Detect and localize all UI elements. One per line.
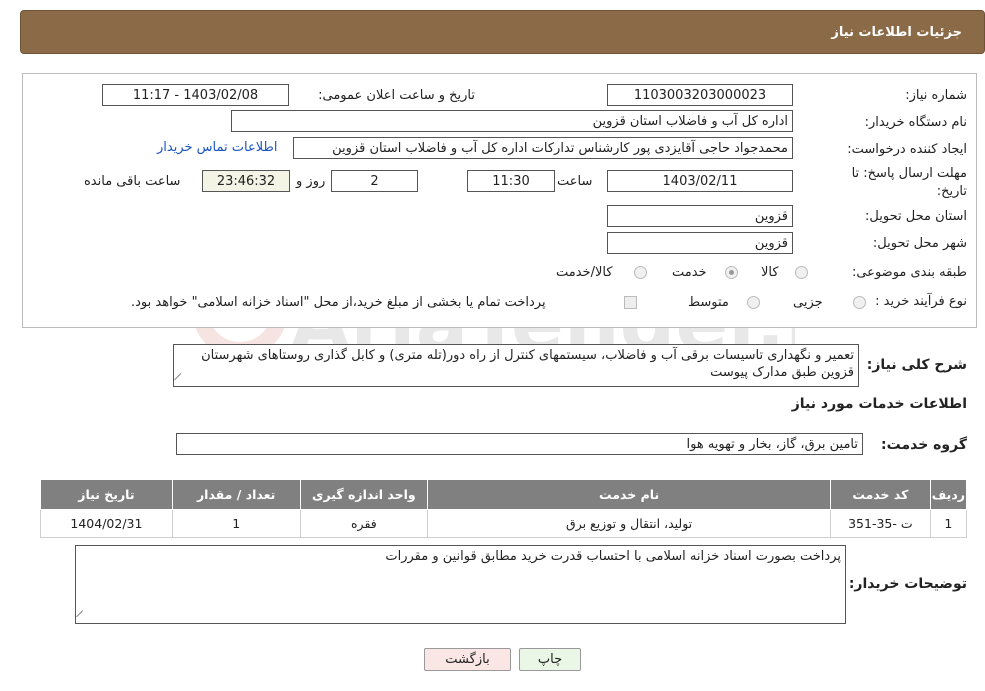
- days-label: روز و: [296, 174, 326, 189]
- description-label: شرح کلی نیاز:: [866, 357, 967, 373]
- back-button[interactable]: بازگشت: [424, 648, 511, 671]
- remaining-time-field: 23:46:32: [202, 170, 290, 192]
- category-goods-service-label: کالا/خدمت: [556, 265, 613, 280]
- cell-unit: فقره: [299, 509, 429, 538]
- service-group-label: گروه خدمت:: [881, 437, 967, 453]
- deadline-date-field[interactable]: 1403/02/11: [607, 170, 793, 192]
- category-service-label: خدمت: [672, 265, 707, 280]
- delivery-province-field[interactable]: قزوین: [607, 205, 793, 227]
- page-header: جزئیات اطلاعات نیاز: [20, 10, 985, 54]
- service-group-field[interactable]: تامین برق، گاز، بخار و تهویه هوا: [176, 433, 863, 455]
- announce-datetime-field[interactable]: 1403/02/08 - 11:17: [102, 84, 289, 106]
- purchase-type-label: نوع فرآیند خرید :: [875, 294, 967, 309]
- remaining-days-field[interactable]: 2: [331, 170, 418, 192]
- print-button[interactable]: چاپ: [519, 648, 581, 671]
- description-text: تعمیر و نگهداری تاسیسات برقی آب و فاضلاب…: [201, 348, 854, 380]
- services-table: ردیف کد خدمت نام خدمت واحد اندازه گیری ت…: [40, 479, 968, 538]
- delivery-city-field[interactable]: قزوین: [607, 232, 793, 254]
- resize-grip-icon[interactable]: [76, 610, 89, 623]
- treasury-bonds-note: پرداخت تمام یا بخشی از مبلغ خرید،از محل …: [131, 295, 546, 310]
- resize-grip-icon[interactable]: [174, 373, 187, 386]
- category-goods-radio[interactable]: [795, 266, 808, 279]
- need-number-field[interactable]: 1103003203000023: [607, 84, 793, 106]
- buyer-org-label: نام دستگاه خریدار:: [864, 115, 967, 130]
- requester-field[interactable]: محمدجواد حاجی آقایزدی پور کارشناس تدارکا…: [293, 137, 793, 159]
- purchase-minor-label: جزیی: [793, 295, 823, 310]
- category-service-radio[interactable]: [725, 266, 738, 279]
- buyer-notes-label: توضیحات خریدار:: [848, 576, 967, 592]
- services-table-header: ردیف کد خدمت نام خدمت واحد اندازه گیری ت…: [40, 479, 968, 510]
- delivery-city-label: شهر محل تحویل:: [872, 236, 967, 251]
- cell-service-code: ت -35-351: [829, 509, 931, 538]
- purchase-medium-radio[interactable]: [747, 296, 760, 309]
- buyer-notes-textarea[interactable]: پرداخت بصورت اسناد خزانه اسلامی با احتسا…: [75, 545, 846, 624]
- buyer-notes-text: پرداخت بصورت اسناد خزانه اسلامی با احتسا…: [385, 549, 841, 564]
- remaining-label: ساعت باقی مانده: [84, 174, 181, 189]
- category-goods-label: کالا: [761, 265, 779, 280]
- cell-service-name: تولید، انتقال و توزیع برق: [427, 509, 831, 538]
- col-row-number: ردیف: [929, 479, 968, 510]
- col-service-name: نام خدمت: [427, 479, 831, 510]
- col-service-code: کد خدمت: [829, 479, 931, 510]
- page-title: جزئیات اطلاعات نیاز: [831, 24, 962, 40]
- delivery-province-label: استان محل تحویل:: [865, 209, 967, 224]
- deadline-time-field[interactable]: 11:30: [467, 170, 555, 192]
- deadline-label: مهلت ارسال پاسخ: تا تاریخ:: [851, 166, 967, 199]
- col-need-date: تاریخ نیاز: [40, 479, 173, 510]
- col-unit: واحد اندازه گیری: [299, 479, 429, 510]
- category-label: طبقه بندی موضوعی:: [851, 265, 967, 280]
- purchase-medium-label: متوسط: [688, 295, 729, 310]
- table-row: 1 ت -35-351 تولید، انتقال و توزیع برق فق…: [40, 509, 968, 538]
- requester-label: ایجاد کننده درخواست:: [847, 142, 967, 157]
- cell-need-date: 1404/02/31: [40, 509, 173, 538]
- cell-quantity: 1: [171, 509, 301, 538]
- buyer-contact-link[interactable]: اطلاعات تماس خریدار: [157, 140, 277, 155]
- deadline-time-label: ساعت: [557, 174, 593, 189]
- category-goods-service-radio[interactable]: [634, 266, 647, 279]
- need-number-label: شماره نیاز:: [905, 88, 967, 103]
- treasury-bonds-checkbox[interactable]: [624, 296, 637, 309]
- purchase-minor-radio[interactable]: [853, 296, 866, 309]
- description-textarea[interactable]: تعمیر و نگهداری تاسیسات برقی آب و فاضلاب…: [173, 344, 859, 387]
- col-quantity: تعداد / مقدار: [171, 479, 301, 510]
- announce-datetime-label: تاریخ و ساعت اعلان عمومی:: [318, 88, 475, 103]
- cell-row-number: 1: [929, 509, 968, 538]
- buyer-org-field[interactable]: اداره کل آب و فاضلاب استان قزوین: [231, 110, 793, 132]
- services-section-title: اطلاعات خدمات مورد نیاز: [791, 396, 967, 412]
